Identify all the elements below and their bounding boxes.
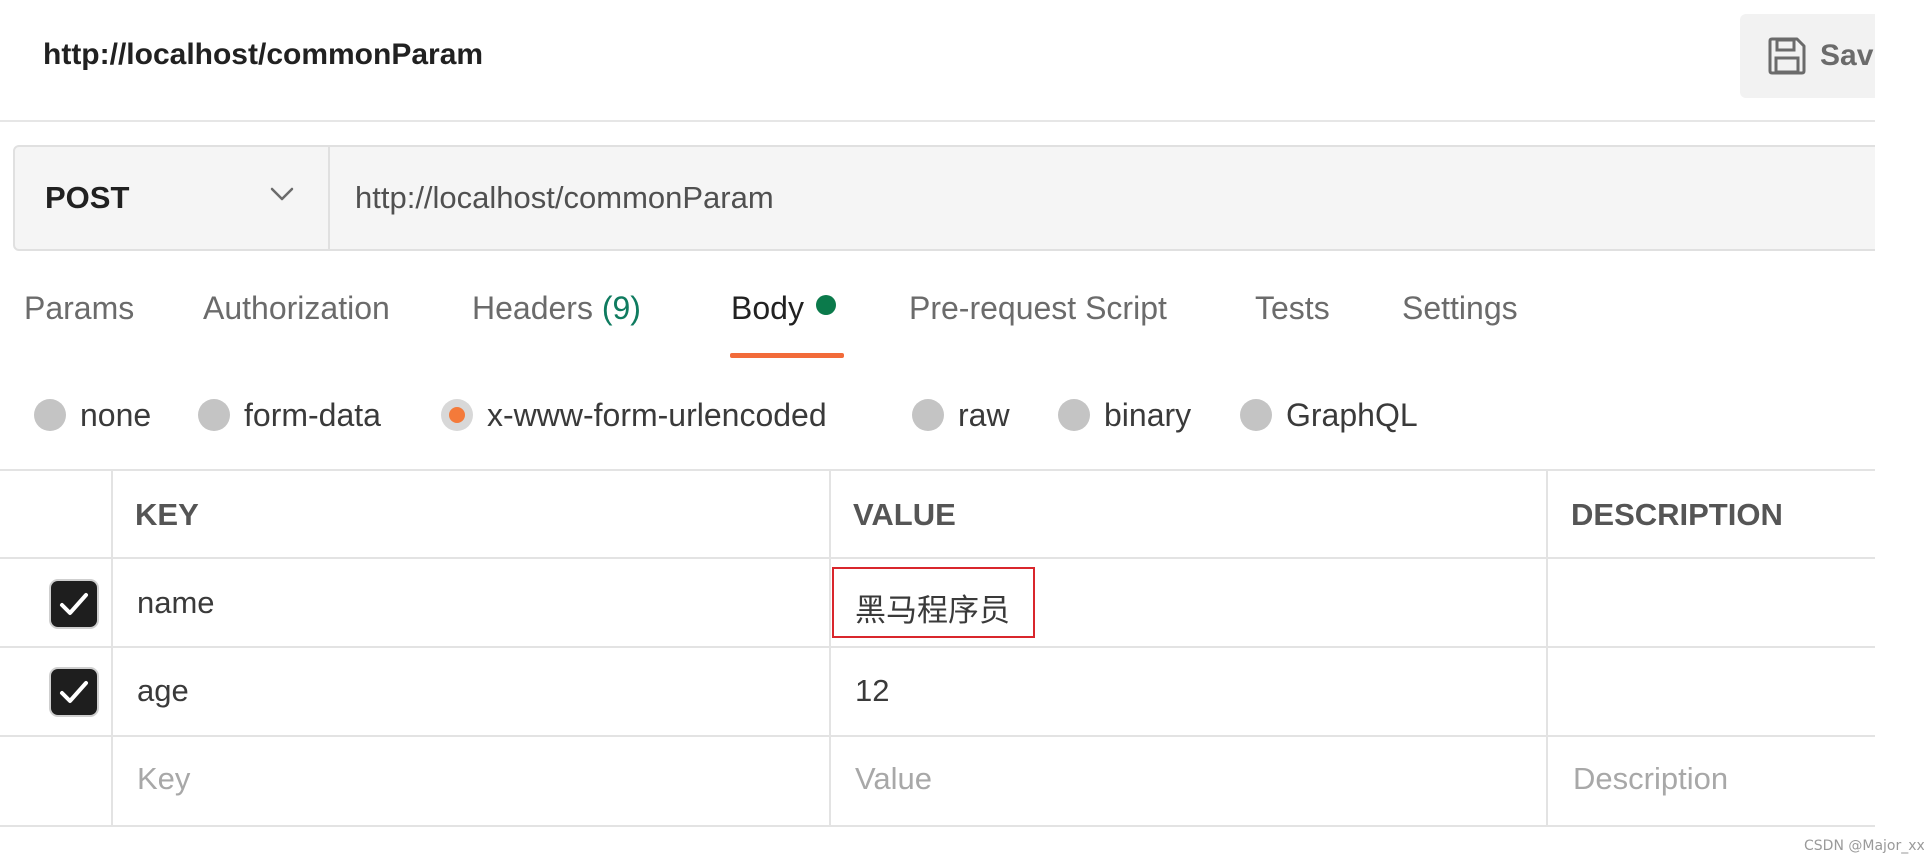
radio-graphql-label: GraphQL bbox=[1286, 396, 1418, 433]
radio-x-www-form-urlencoded[interactable] bbox=[441, 399, 473, 431]
checkmark-icon bbox=[60, 681, 88, 703]
table-header-divider bbox=[0, 557, 1875, 559]
tab-settings[interactable]: Settings bbox=[1402, 290, 1518, 327]
row-value[interactable]: 12 bbox=[855, 673, 889, 709]
tab-params[interactable]: Params bbox=[24, 290, 134, 327]
tab-authorization[interactable]: Authorization bbox=[203, 290, 390, 327]
table-row-divider bbox=[0, 646, 1875, 648]
body-type-none[interactable]: none bbox=[34, 390, 151, 440]
body-type-binary[interactable]: binary bbox=[1058, 390, 1191, 440]
tab-pre-request-script[interactable]: Pre-request Script bbox=[909, 290, 1167, 327]
body-type-raw[interactable]: raw bbox=[912, 390, 1010, 440]
method-select[interactable]: POST bbox=[15, 147, 330, 249]
table-row-divider bbox=[0, 735, 1875, 737]
table-column-divider bbox=[111, 469, 113, 827]
url-input[interactable]: http://localhost/commonParam bbox=[355, 147, 774, 249]
tab-body-label: Body bbox=[731, 290, 804, 326]
checkmark-icon bbox=[60, 593, 88, 615]
request-tabs: Params Authorization Headers (9) Body Pr… bbox=[0, 290, 1875, 360]
table-border-top bbox=[0, 469, 1875, 471]
tab-headers[interactable]: Headers (9) bbox=[472, 290, 641, 327]
new-key-input[interactable]: Key bbox=[137, 761, 190, 797]
body-type-x-www-form-urlencoded[interactable]: x-www-form-urlencoded bbox=[441, 390, 827, 440]
new-value-input[interactable]: Value bbox=[855, 761, 932, 797]
radio-form-data[interactable] bbox=[198, 399, 230, 431]
radio-graphql[interactable] bbox=[1240, 399, 1272, 431]
tab-body[interactable]: Body bbox=[731, 290, 836, 327]
active-tab-indicator bbox=[730, 353, 844, 358]
save-button-clip: Sav bbox=[0, 0, 1875, 120]
radio-raw[interactable] bbox=[912, 399, 944, 431]
radio-form-data-label: form-data bbox=[244, 396, 381, 433]
row-key[interactable]: name bbox=[137, 585, 215, 621]
radio-binary-label: binary bbox=[1104, 396, 1192, 433]
radio-raw-label: raw bbox=[958, 396, 1010, 433]
key-value-table: KEY VALUE DESCRIPTION name 黑马程序员 age 12 … bbox=[0, 469, 1875, 827]
table-column-divider bbox=[1546, 469, 1548, 827]
chevron-down-icon bbox=[269, 185, 295, 208]
tab-tests[interactable]: Tests bbox=[1255, 290, 1330, 327]
body-modified-dot-icon bbox=[815, 295, 836, 315]
radio-x-www-form-urlencoded-label: x-www-form-urlencoded bbox=[487, 396, 827, 433]
radio-binary[interactable] bbox=[1058, 399, 1090, 431]
row-key[interactable]: age bbox=[137, 673, 189, 709]
headers-count-badge: (9) bbox=[601, 290, 641, 326]
save-button[interactable]: Sav bbox=[1740, 14, 1875, 98]
save-button-label: Sav bbox=[1820, 39, 1874, 72]
method-label: POST bbox=[45, 180, 130, 215]
row-checkbox[interactable] bbox=[51, 669, 97, 715]
table-border-bottom bbox=[0, 825, 1875, 827]
column-header-description: DESCRIPTION bbox=[1571, 497, 1783, 532]
request-panel: http://localhost/commonParam POST http:/… bbox=[0, 0, 1875, 862]
save-icon bbox=[1768, 37, 1806, 75]
app-window: http://localhost/commonParam POST http:/… bbox=[0, 0, 1924, 862]
row-checkbox[interactable] bbox=[51, 581, 97, 627]
tab-headers-label: Headers bbox=[472, 290, 593, 326]
radio-none-label: none bbox=[80, 396, 152, 433]
body-type-graphql[interactable]: GraphQL bbox=[1240, 390, 1418, 440]
radio-none[interactable] bbox=[34, 399, 66, 431]
table-column-divider bbox=[829, 469, 831, 827]
column-header-key: KEY bbox=[135, 497, 199, 532]
body-type-form-data[interactable]: form-data bbox=[198, 390, 381, 440]
column-header-value: VALUE bbox=[853, 497, 956, 532]
value-highlight-annotation bbox=[832, 567, 1035, 638]
url-bar: POST http://localhost/commonParam bbox=[13, 145, 1875, 251]
new-description-input[interactable]: Description bbox=[1573, 761, 1728, 797]
body-type-selector: none form-data x-www-form-urlencoded raw… bbox=[0, 390, 1875, 440]
watermark: CSDN @Major_xx bbox=[1804, 838, 1924, 854]
